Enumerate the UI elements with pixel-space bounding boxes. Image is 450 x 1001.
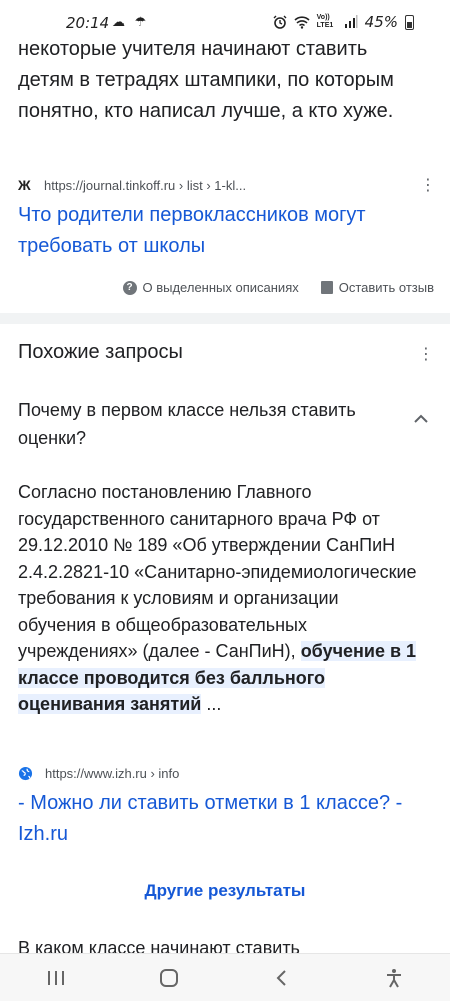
related-more-vert-icon[interactable]: ⋮: [416, 343, 436, 365]
battery-percent: 45%: [364, 13, 398, 31]
related-question[interactable]: Почему в первом классе нельзя ставить оц…: [18, 396, 378, 452]
battery-icon: [405, 14, 414, 30]
source-title-link[interactable]: - Можно ли ставить отметки в 1 классе? -…: [18, 788, 428, 850]
source-url-row[interactable]: https://www.izh.ru › info: [18, 762, 438, 784]
home-icon: [159, 968, 178, 987]
help-icon: ?: [122, 280, 137, 295]
more-vert-icon[interactable]: ⋮: [418, 174, 438, 196]
related-header: Похожие запросы: [18, 341, 183, 363]
network-label: Vo)) LTE1: [316, 14, 334, 29]
result-url-row[interactable]: Ж https://journal.tinkoff.ru › list › 1-…: [18, 174, 438, 196]
more-results-link[interactable]: Другие результаты: [0, 881, 450, 901]
chevron-up-icon[interactable]: [412, 412, 430, 426]
status-time: 20:14: [66, 14, 110, 32]
about-snippets-link[interactable]: ? О выделенных описаниях: [122, 280, 299, 295]
status-right: Vo)) LTE1 45%: [273, 13, 414, 31]
globe-icon: [18, 766, 33, 780]
source-url[interactable]: https://www.izh.ru › info: [45, 766, 179, 781]
about-snippets-label: О выделенных описаниях: [142, 280, 299, 295]
weather-icons: ☁ ☂: [112, 14, 150, 29]
answer-text: Согласно постановлению Главного государс…: [18, 479, 418, 718]
home-button[interactable]: [149, 958, 189, 998]
recents-button[interactable]: [36, 958, 76, 998]
back-button[interactable]: [261, 958, 301, 998]
signal-icon: [344, 15, 358, 28]
answer-ellipsis: ...: [201, 694, 222, 714]
result-title-link[interactable]: Что родители первоклассников могут требо…: [18, 200, 428, 262]
recents-icon: [48, 970, 65, 985]
wifi-icon: [294, 15, 310, 29]
feedback-flag-icon: [320, 281, 333, 294]
accessibility-icon: [386, 968, 401, 987]
feedback-label: Оставить отзыв: [338, 280, 434, 295]
section-divider: [0, 313, 450, 324]
back-icon: [276, 969, 286, 986]
alarm-icon: [273, 15, 287, 29]
result-url[interactable]: https://journal.tinkoff.ru › list › 1-kl…: [44, 178, 246, 193]
feedback-row: ? О выделенных описаниях Оставить отзыв: [122, 280, 434, 295]
snippet-text: некоторые учителя начинают ставить детям…: [18, 38, 394, 122]
feedback-link[interactable]: Оставить отзыв: [320, 280, 434, 295]
android-nav-bar: [0, 953, 450, 1001]
answer-plain: Согласно постановлению Главного государс…: [18, 482, 417, 661]
accessibility-button[interactable]: [374, 958, 414, 998]
tinkoff-favicon-icon: Ж: [18, 177, 31, 193]
